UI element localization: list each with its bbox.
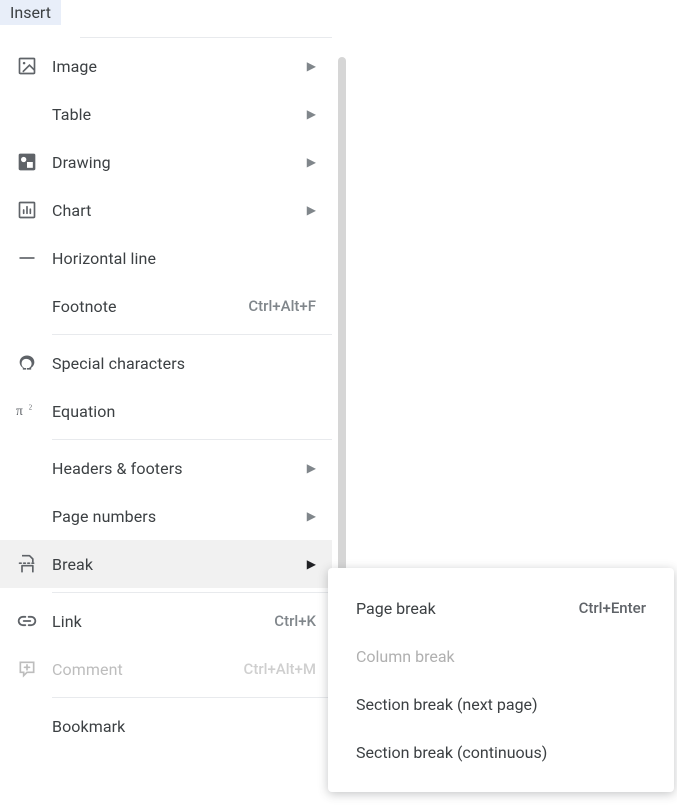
menu-item-label: Special characters [52, 354, 316, 373]
shortcut-text: Ctrl+K [274, 612, 316, 630]
submenu-item-section-break-continuous[interactable]: Section break (continuous) [328, 728, 674, 776]
menu-item-horizontal-line[interactable]: Horizontal line [0, 234, 332, 282]
submenu-item-page-break[interactable]: Page break Ctrl+Enter [328, 584, 674, 632]
drawing-icon [16, 151, 38, 173]
submenu-item-label: Column break [356, 647, 646, 666]
menu-item-comment: Comment Ctrl+Alt+M [0, 645, 332, 693]
menu-item-label: Footnote [52, 297, 240, 316]
menu-item-label: Drawing [52, 153, 299, 172]
page-break-icon [16, 553, 38, 575]
submenu-item-section-break-next-page[interactable]: Section break (next page) [328, 680, 674, 728]
chevron-right-icon: ▶ [307, 557, 316, 571]
chevron-right-icon: ▶ [307, 107, 316, 121]
chevron-right-icon: ▶ [307, 461, 316, 475]
menu-title-insert[interactable]: Insert [0, 0, 61, 25]
chevron-right-icon: ▶ [307, 59, 316, 73]
image-icon [16, 55, 38, 77]
menu-item-label: Horizontal line [52, 249, 316, 268]
page-numbers-icon [16, 505, 38, 527]
comment-icon [16, 658, 38, 680]
separator [52, 592, 332, 593]
menu-item-headers-footers[interactable]: Headers & footers ▶ [0, 444, 332, 492]
menu-item-image[interactable]: Image ▶ [0, 42, 332, 90]
menu-item-equation[interactable]: π2 Equation [0, 387, 332, 435]
bookmark-icon [16, 715, 38, 737]
menu-item-label: Headers & footers [52, 459, 299, 478]
menu-item-footnote[interactable]: Footnote Ctrl+Alt+F [0, 282, 332, 330]
separator [52, 697, 332, 698]
menu-item-table[interactable]: Table ▶ [0, 90, 332, 138]
shortcut-text: Ctrl+Alt+M [244, 660, 316, 678]
footnote-icon [16, 295, 38, 317]
menu-item-label: Bookmark [52, 717, 316, 736]
menu-item-label: Equation [52, 402, 316, 421]
link-icon [16, 610, 38, 632]
chart-icon [16, 199, 38, 221]
insert-dropdown-menu: Image ▶ Table ▶ Drawing ▶ Chart ▶ Horizo… [0, 27, 332, 750]
shortcut-text: Ctrl+Enter [579, 599, 646, 617]
separator [80, 37, 332, 38]
submenu-item-column-break: Column break [328, 632, 674, 680]
svg-text:2: 2 [29, 404, 32, 411]
menu-item-label: Chart [52, 201, 299, 220]
chevron-right-icon: ▶ [307, 509, 316, 523]
break-submenu: Page break Ctrl+Enter Column break Secti… [328, 568, 674, 792]
menu-item-link[interactable]: Link Ctrl+K [0, 597, 332, 645]
shortcut-text: Ctrl+Alt+F [248, 297, 316, 315]
menu-item-break[interactable]: Break ▶ [0, 540, 332, 588]
menu-item-bookmark[interactable]: Bookmark [0, 702, 332, 750]
submenu-item-label: Section break (next page) [356, 695, 646, 714]
chevron-right-icon: ▶ [307, 155, 316, 169]
menu-item-label: Link [52, 612, 266, 631]
submenu-item-label: Section break (continuous) [356, 743, 646, 762]
menu-item-label: Break [52, 555, 299, 574]
svg-text:π: π [16, 403, 23, 418]
table-icon [16, 103, 38, 125]
menu-item-special-characters[interactable]: Special characters [0, 339, 332, 387]
menu-item-drawing[interactable]: Drawing ▶ [0, 138, 332, 186]
menu-item-label: Table [52, 105, 299, 124]
omega-icon [16, 352, 38, 374]
menu-item-label: Page numbers [52, 507, 299, 526]
menu-item-page-numbers[interactable]: Page numbers ▶ [0, 492, 332, 540]
horizontal-line-icon [16, 247, 38, 269]
menu-item-chart[interactable]: Chart ▶ [0, 186, 332, 234]
separator [52, 439, 332, 440]
menu-item-label: Comment [52, 660, 236, 679]
headers-footers-icon [16, 457, 38, 479]
chevron-right-icon: ▶ [307, 203, 316, 217]
menu-item-label: Image [52, 57, 299, 76]
separator [52, 334, 332, 335]
equation-icon: π2 [16, 400, 38, 422]
submenu-item-label: Page break [356, 599, 571, 618]
